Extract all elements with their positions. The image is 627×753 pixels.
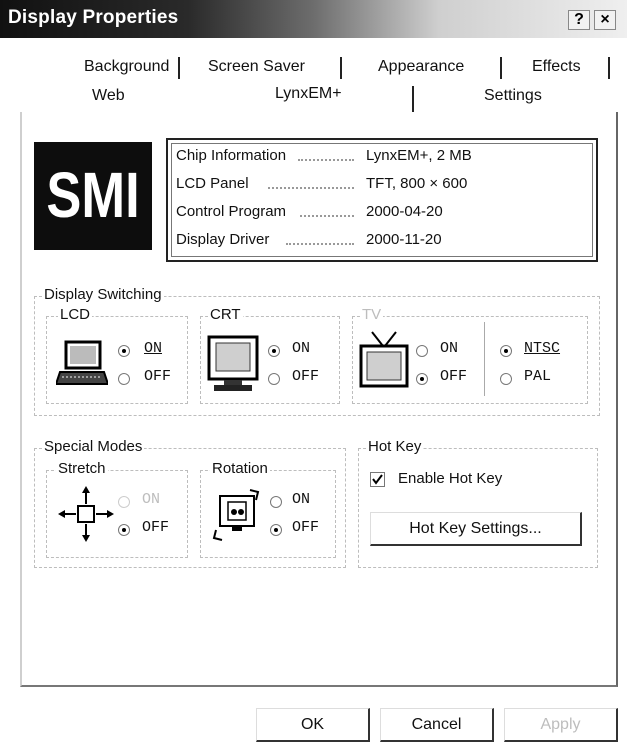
tv-off-radio[interactable] — [416, 373, 428, 385]
stretch-off-label[interactable]: OFF — [142, 519, 169, 536]
tab-appearance[interactable]: Appearance — [378, 58, 464, 76]
tv-pal-radio[interactable] — [500, 373, 512, 385]
info-value: TFT, 800 × 600 — [366, 175, 468, 192]
rotation-off-label[interactable]: OFF — [292, 519, 319, 536]
lcd-on-radio[interactable] — [118, 345, 130, 357]
tab-web[interactable]: Web — [92, 87, 125, 105]
apply-button[interactable]: Apply — [504, 708, 618, 742]
rotation-on-label[interactable]: ON — [292, 491, 310, 508]
help-button[interactable]: ? — [568, 10, 590, 30]
info-value: 2000-11-20 — [366, 231, 442, 248]
tv-legend: TV — [360, 306, 384, 323]
hot-key-settings-button[interactable]: Hot Key Settings... — [370, 512, 582, 546]
tab-divider — [412, 86, 416, 112]
info-label: Chip Information — [176, 147, 287, 164]
close-button[interactable]: × — [594, 10, 616, 30]
crt-on-label[interactable]: ON — [292, 340, 310, 357]
stretch-legend: Stretch — [56, 460, 108, 477]
rotation-on-radio[interactable] — [270, 496, 282, 508]
crt-legend: CRT — [208, 306, 243, 323]
enable-hot-key-label[interactable]: Enable Hot Key — [398, 470, 502, 487]
tv-off-label[interactable]: OFF — [440, 368, 467, 385]
tab-divider — [340, 57, 344, 79]
tab-divider — [178, 57, 182, 79]
cancel-button[interactable]: Cancel — [380, 708, 494, 742]
tab-screen-saver[interactable]: Screen Saver — [208, 58, 305, 76]
tab-divider — [500, 57, 504, 79]
display-switching-legend: Display Switching — [42, 286, 164, 303]
crt-on-radio[interactable] — [268, 345, 280, 357]
stretch-arrows-icon — [58, 486, 114, 542]
tab-background[interactable]: Background — [84, 58, 169, 76]
stretch-off-radio[interactable] — [118, 524, 130, 536]
lcd-on-label[interactable]: ON — [144, 340, 162, 357]
info-label: Control Program — [176, 203, 287, 220]
rotation-legend: Rotation — [210, 460, 270, 477]
rotate-screen-icon — [210, 488, 262, 542]
tv-on-radio[interactable] — [416, 345, 428, 357]
stretch-on-radio[interactable] — [118, 496, 130, 508]
tab-divider — [608, 57, 612, 79]
smi-logo: SMI — [34, 142, 152, 250]
lcd-off-label[interactable]: OFF — [144, 368, 171, 385]
info-row: Control Program 2000-04-20 — [176, 200, 586, 226]
info-label: LCD Panel — [176, 175, 249, 192]
tv-ntsc-radio[interactable] — [500, 345, 512, 357]
tv-ntsc-label[interactable]: NTSC — [524, 340, 560, 357]
special-modes-legend: Special Modes — [42, 438, 145, 455]
info-value: LynxEM+, 2 MB — [366, 147, 472, 164]
tv-divider — [484, 322, 486, 396]
crt-off-label[interactable]: OFF — [292, 368, 319, 385]
hot-key-legend: Hot Key — [366, 438, 424, 455]
info-row: LCD Panel TFT, 800 × 600 — [176, 172, 586, 198]
window-title: Display Properties — [8, 7, 179, 28]
ok-button[interactable]: OK — [256, 708, 370, 742]
rotation-off-radio[interactable] — [270, 524, 282, 536]
tv-icon — [356, 330, 412, 392]
lcd-legend: LCD — [58, 306, 93, 323]
crt-off-radio[interactable] — [268, 373, 280, 385]
laptop-icon — [54, 338, 110, 390]
info-label: Display Driver — [176, 231, 270, 248]
tab-effects[interactable]: Effects — [532, 58, 581, 76]
info-row: Display Driver 2000-11-20 — [176, 228, 586, 254]
enable-hot-key-checkbox[interactable] — [370, 472, 385, 487]
info-value: 2000-04-20 — [366, 203, 443, 220]
info-row: Chip Information LynxEM+, 2 MB — [176, 144, 586, 170]
tab-lynxem[interactable]: LynxEM+ — [275, 85, 342, 103]
tab-settings[interactable]: Settings — [484, 87, 542, 105]
tv-on-label[interactable]: ON — [440, 340, 458, 357]
stretch-on-label: ON — [142, 491, 161, 508]
lcd-off-radio[interactable] — [118, 373, 130, 385]
tv-pal-label[interactable]: PAL — [524, 368, 551, 385]
hot-key-group — [358, 448, 598, 568]
smi-logo-text: SMI — [46, 159, 140, 231]
monitor-icon — [206, 334, 262, 394]
